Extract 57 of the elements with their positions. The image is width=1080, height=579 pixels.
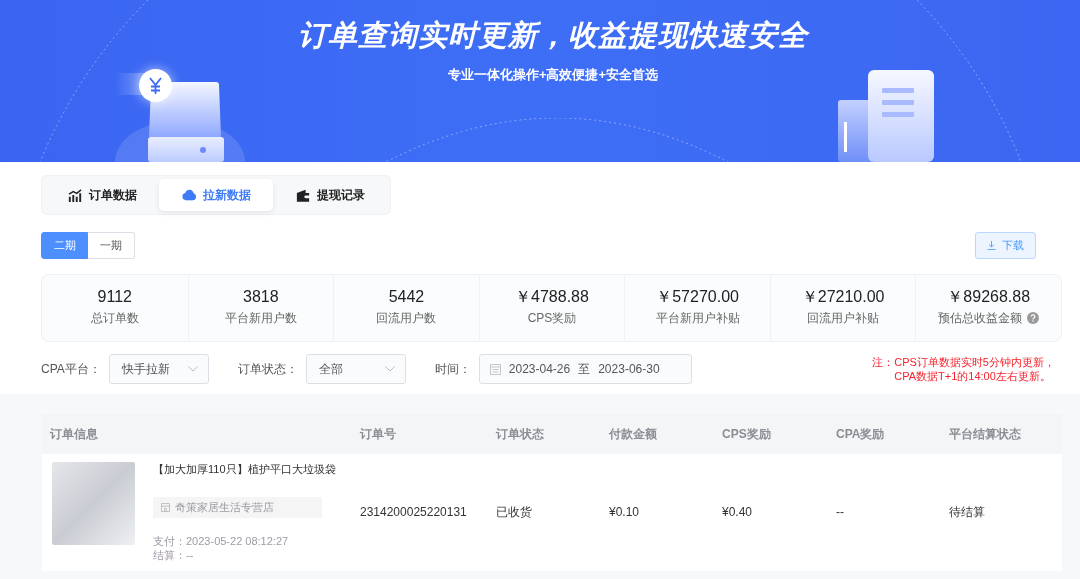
shop-name: 奇策家居生活专营店 — [175, 500, 274, 515]
column-header: CPS奖励 — [721, 425, 771, 443]
help-icon[interactable] — [1027, 312, 1040, 324]
cps-reward: ¥0.40 — [722, 505, 753, 519]
chevron-down-icon — [187, 366, 198, 372]
cpa-reward: -- — [836, 505, 844, 519]
stat-value: 3818 — [243, 287, 279, 307]
calendar-icon — [489, 363, 501, 375]
settlement-time: 结算：-- — [153, 548, 194, 562]
payment-amount: ¥0.10 — [609, 505, 640, 519]
column-header: 平台结算状态 — [948, 425, 1021, 443]
update-note: 注：CPS订单数据实时5分钟内更新， CPA数据T+1的14:00左右更新。 — [872, 355, 1055, 383]
order-number: 2314200025220131 — [360, 505, 467, 519]
stat-label: CPS奖励 — [527, 310, 577, 326]
column-header: 付款金额 — [607, 425, 657, 443]
column-header: CPA奖励 — [835, 425, 885, 443]
range-separator: 至 — [578, 360, 591, 378]
banner-title: 订单查询实时更新，收益提现快速安全 — [298, 18, 808, 53]
dropdown-select[interactable]: 全部 — [305, 354, 406, 384]
stat-value: ￥89268.88 — [947, 287, 1031, 307]
order-status: 已收货 — [496, 504, 532, 519]
tab[interactable]: 订单数据 — [45, 179, 159, 211]
stat-label: 回流用户补贴 — [807, 310, 880, 326]
settlement-status: 待结算 — [949, 504, 985, 519]
yen-coin-icon — [139, 69, 172, 102]
stat-label: 回流用户数 — [376, 310, 437, 326]
banner-subtitle: 专业一体化操作+高效便捷+安全首选 — [447, 66, 659, 84]
stat-label: 总订单数 — [90, 310, 139, 326]
chevron-down-icon — [384, 366, 395, 372]
wallet-icon — [295, 188, 310, 202]
filter-label: 时间： — [434, 360, 471, 378]
payment-time: 支付：2023-05-22 08:12:27 — [153, 534, 289, 548]
product-title[interactable]: 【加大加厚110只】植护平口大垃圾袋 — [153, 462, 336, 476]
filter-label: 订单状态： — [237, 360, 298, 378]
column-header: 订单状态 — [494, 425, 544, 443]
stat-value: ￥57270.00 — [656, 287, 739, 307]
stat-label: 平台新用户补贴 — [655, 310, 740, 326]
start-date[interactable]: 2023-04-26 — [508, 362, 571, 376]
stat-value: 5442 — [388, 287, 425, 307]
store-icon — [161, 503, 170, 512]
stat-label: 平台新用户数 — [224, 310, 297, 326]
column-header: 订单信息 — [48, 425, 98, 443]
stat-value: ￥4788.88 — [515, 287, 589, 307]
date-range-field[interactable]: 2023-04-26 至 2023-06-30 — [478, 354, 692, 384]
dropdown-select[interactable]: 快手拉新 — [108, 354, 209, 384]
stat-value: ￥27210.00 — [801, 287, 885, 307]
column-header: 订单号 — [358, 425, 396, 443]
stat-label: 预估总收益金额 — [938, 310, 1023, 326]
download-icon — [987, 241, 996, 250]
tab[interactable]: 拉新数据 — [159, 179, 273, 211]
chart-icon — [67, 188, 82, 202]
tab[interactable]: 提现记录 — [273, 179, 387, 211]
filter-label: CPA平台： — [41, 360, 101, 378]
end-date[interactable]: 2023-06-30 — [598, 362, 660, 376]
period-tab[interactable]: 一期 — [88, 232, 135, 259]
stat-value: 9112 — [97, 287, 132, 307]
cloud-icon — [181, 188, 196, 202]
